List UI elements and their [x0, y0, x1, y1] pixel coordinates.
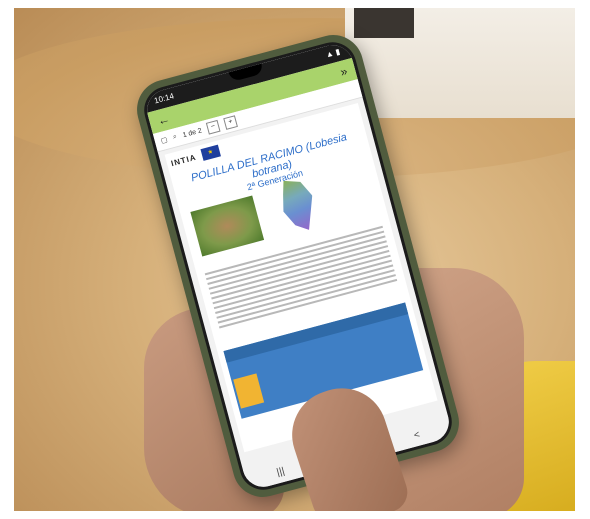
intia-logo: INTIA [169, 152, 198, 168]
background-chair [354, 8, 414, 38]
arrow-left-icon[interactable]: ← [156, 111, 171, 128]
recents-button[interactable]: ||| [275, 465, 285, 478]
eu-flag-icon: ★ [200, 144, 221, 161]
sidebar-toggle-icon[interactable]: ▢ [160, 136, 168, 145]
photo: 10:14 ▲ ▮ ← » ▢ ⌕ 1 de 2 − + INTIA ★ POL… [14, 8, 575, 511]
zoom-out-button[interactable]: − [205, 119, 221, 135]
back-button[interactable]: < [413, 429, 421, 441]
zoom-in-button[interactable]: + [223, 115, 239, 130]
forward-button[interactable]: » [339, 64, 349, 79]
table-highlight-cell [233, 373, 265, 409]
search-icon[interactable]: ⌕ [172, 133, 178, 142]
page-indicator: 1 de 2 [181, 126, 203, 139]
status-icons: ▲ ▮ [324, 47, 342, 60]
